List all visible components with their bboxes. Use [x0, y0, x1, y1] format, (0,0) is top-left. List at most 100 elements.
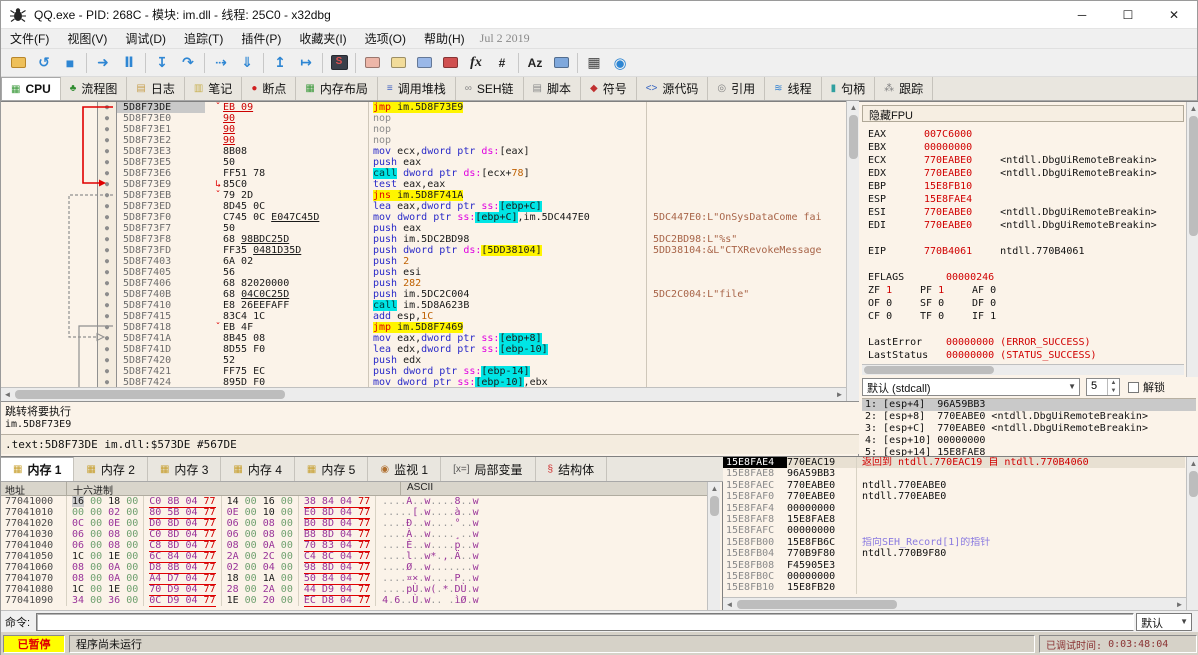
register-row[interactable]: ESI770EABE0<ntdll.DbgUiRemoteBreakin> [868, 206, 1178, 219]
disasm-row[interactable]: ●5D8F740556push esi [1, 267, 846, 278]
stack-row[interactable]: 15E8FB1015E8FB20 [723, 582, 1185, 593]
register-row[interactable]: LastError00000000 (ERROR_SUCCESS) [868, 336, 1178, 349]
disasm-row[interactable]: ●5D8F73F0C745 0C E047C45Dmov dword ptr s… [1, 212, 846, 223]
command-profile-select[interactable]: 默认 ▼ [1136, 613, 1192, 631]
menu-item-d[interactable]: 调试(D) [116, 28, 175, 49]
dump-rows[interactable]: 7704100016 00 18 00C0 8B 04 7714 00 16 0… [1, 496, 707, 611]
register-row[interactable] [868, 323, 1178, 336]
stack-row[interactable]: 15E8FAFC00000000 [723, 525, 1185, 536]
breakpoint-dot[interactable]: ● [97, 278, 117, 289]
tab-symbols[interactable]: ◆符号 [581, 77, 637, 100]
hide-fpu-button[interactable]: 隐藏FPU [862, 105, 1184, 122]
dump-vscrollbar[interactable]: ▲ ▼ [707, 482, 720, 611]
execute-till-return-icon[interactable]: ⇓ [234, 51, 260, 75]
registers-list[interactable]: EAX007C6000EBX00000000ECX770EABE0<ntdll.… [862, 124, 1184, 362]
stack-vscrollbar[interactable]: ▲ ▼ [1186, 457, 1198, 611]
breakpoint-dot[interactable]: ● [97, 179, 117, 190]
step-out-icon[interactable]: ↥ [267, 51, 293, 75]
stack-row[interactable]: 15E8FB04770B9F80ntdll.770B9F80 [723, 548, 1185, 559]
disasm-row[interactable]: ●5D8F741D8D55 F0lea edx,dword ptr ss:[eb… [1, 344, 846, 355]
breakpoint-dot[interactable]: ● [97, 289, 117, 300]
disasm-row[interactable]: ●5D8F73E6FF51 78call dword ptr ds:[ecx+7… [1, 168, 846, 179]
breakpoint-dot[interactable]: ● [97, 168, 117, 179]
stack-row[interactable]: 15E8FAF815E8FAE8 [723, 514, 1185, 525]
disasm-row[interactable]: ●5D8F740B68 04C0C25Dpush im.5DC2C0045DC2… [1, 289, 846, 300]
stack-hscrollbar[interactable]: ◄ ► [723, 597, 1186, 611]
minimize-button[interactable]: ─ [1059, 1, 1105, 29]
stop-icon[interactable]: ■ [57, 51, 83, 75]
scroll-up-arrow[interactable]: ▲ [708, 482, 721, 495]
disasm-row[interactable]: ●5D8F73ED8D45 0Clea eax,dword ptr ss:[eb… [1, 201, 846, 212]
scroll-thumb[interactable] [1189, 116, 1198, 236]
disassembly-hscrollbar[interactable]: ◄ ► [1, 387, 846, 401]
close-button[interactable]: ✕ [1151, 1, 1197, 29]
breakpoint-dot[interactable]: ● [97, 234, 117, 245]
tab-graph[interactable]: ♣流程图 [61, 77, 128, 100]
stack-row[interactable]: 15E8FAF400000000 [723, 503, 1185, 514]
scroll-thumb[interactable] [15, 390, 285, 399]
disasm-row[interactable]: ●5D8F73E290nop [1, 135, 846, 146]
breakpoint-dot[interactable]: ● [97, 311, 117, 322]
breakpoint-dot[interactable]: ● [97, 102, 117, 113]
dump-row[interactable]: 7704100016 00 18 00C0 8B 04 7714 00 16 0… [1, 496, 707, 507]
register-row[interactable]: EBX00000000 [868, 141, 1178, 154]
scroll-thumb[interactable] [849, 115, 858, 159]
unlock-checkbox-group[interactable]: 解锁 [1128, 379, 1165, 395]
disasm-row[interactable]: ●5D8F740668 82020000push 282 [1, 278, 846, 289]
label-icon[interactable] [411, 51, 437, 75]
tab-callstack[interactable]: ≡调用堆栈 [378, 77, 456, 100]
menu-item-f[interactable]: 文件(F) [1, 28, 58, 49]
dump-tab-内存2[interactable]: ▦内存 2 [74, 457, 147, 481]
scroll-right-arrow[interactable]: ► [833, 388, 846, 401]
register-row[interactable]: ECX770EABE0<ntdll.DbgUiRemoteBreakin> [868, 154, 1178, 167]
calling-convention-select[interactable]: 默认 (stdcall) ▼ [862, 378, 1080, 396]
tab-threads[interactable]: ≋线程 [765, 77, 821, 100]
menu-item-o[interactable]: 选项(O) [356, 28, 415, 49]
open-file-icon[interactable] [5, 51, 31, 75]
command-input[interactable] [36, 613, 1134, 631]
disasm-row[interactable]: ●5D8F73E550push eax [1, 157, 846, 168]
disassembly-vscrollbar[interactable]: ▲ ▼ [846, 101, 859, 401]
register-row[interactable]: EAX007C6000 [868, 128, 1178, 141]
registers-vscrollbar[interactable]: ▲ ▼ [1186, 102, 1198, 377]
menu-item-v[interactable]: 视图(V) [58, 28, 116, 49]
register-row[interactable]: ESP15E8FAE4 [868, 193, 1178, 206]
register-row[interactable]: ZF 1PF 1AF 0 [868, 284, 1178, 297]
disasm-row[interactable]: ●5D8F741583C4 1Cadd esp,1C [1, 311, 846, 322]
run-to-user-code-icon[interactable]: ↦ [293, 51, 319, 75]
dump-row[interactable]: 7704109034 00 36 000C D9 04 771E 00 20 0… [1, 595, 707, 606]
tab-log[interactable]: ▤日志 [127, 77, 184, 100]
dump-tab-内存1[interactable]: ▦内存 1 [1, 457, 74, 481]
register-row[interactable]: OF 0SF 0DF 0 [868, 297, 1178, 310]
run-to-cursor-icon[interactable]: ⇢ [208, 51, 234, 75]
tab-trace[interactable]: ⁂跟踪 [875, 77, 933, 100]
argument-row[interactable]: 1: [esp+4] 96A59BB3 [862, 399, 1196, 411]
stack-row[interactable]: 15E8FAE896A59BB3 [723, 468, 1185, 479]
calculator-icon[interactable]: ▦ [581, 51, 607, 75]
disasm-row[interactable]: ●5D8F7410E8 26EEFAFFcall im.5D8A623B [1, 300, 846, 311]
menu-item-p[interactable]: 插件(P) [232, 28, 290, 49]
stack-rows[interactable]: 15E8FAE4770EAC19返回到 ntdll.770EAC19 自 ntd… [723, 457, 1185, 594]
breakpoint-dot[interactable]: ● [97, 300, 117, 311]
stack-row[interactable]: 15E8FB0C00000000 [723, 571, 1185, 582]
register-row[interactable]: EDI770EABE0<ntdll.DbgUiRemoteBreakin> [868, 219, 1178, 232]
breakpoint-dot[interactable]: ● [97, 135, 117, 146]
register-row[interactable]: EIP770B4061ntdll.770B4061 [868, 245, 1178, 258]
dump-tab-内存5[interactable]: ▦内存 5 [295, 457, 368, 481]
breakpoint-dot[interactable]: ● [97, 366, 117, 377]
register-row[interactable]: EBP15E8FB10 [868, 180, 1178, 193]
dump-tab-结构体[interactable]: §结构体 [536, 457, 608, 481]
dump-tab-局部变量[interactable]: [x=]局部变量 [441, 457, 535, 481]
dump-row[interactable]: 7704107008 00 0A 00A4 D7 04 7718 00 1A 0… [1, 573, 707, 584]
scroll-up-arrow[interactable]: ▲ [1187, 102, 1198, 115]
tab-seh[interactable]: ∞SEH链 [456, 77, 524, 100]
dump-tab-监视1[interactable]: ◉监视 1 [368, 457, 441, 481]
disasm-row[interactable]: ●5D8F73F750push eax [1, 223, 846, 234]
menu-item-h[interactable]: 帮助(H) [415, 28, 474, 49]
tab-script[interactable]: ▤脚本 [524, 77, 581, 100]
disasm-row[interactable]: ●5D8F741A8B45 08mov eax,dword ptr ss:[eb… [1, 333, 846, 344]
disasm-row[interactable]: ●5D8F73E190nop [1, 124, 846, 135]
stack-row[interactable]: 15E8FB08F45905E3 [723, 560, 1185, 571]
menu-item-i[interactable]: 收藏夹(I) [290, 28, 355, 49]
breakpoint-dot[interactable]: ● [97, 377, 117, 387]
